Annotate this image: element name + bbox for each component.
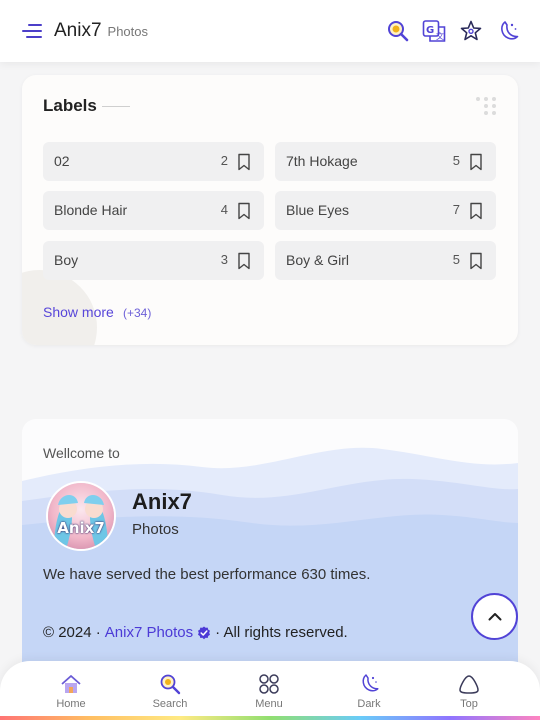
star-icon[interactable] (459, 19, 483, 43)
home-icon (61, 675, 81, 693)
bookmark-icon (469, 153, 483, 171)
bottom-navigation: Home Search Menu Dark Top (0, 661, 540, 720)
label-item[interactable]: Boy 3 (43, 241, 264, 280)
nav-label: Top (460, 698, 478, 710)
label-count: 5 (452, 153, 460, 168)
title-divider (102, 106, 130, 107)
copyright-site-link[interactable]: Anix7 Photos (105, 624, 193, 641)
top-icon (459, 675, 479, 694)
copyright-line: © 2024 · Anix7 Photos · All rights reser… (43, 624, 348, 641)
label-count: 3 (220, 252, 228, 267)
served-count-text: We have served the best performance 630 … (43, 566, 371, 583)
label-count: 2 (220, 153, 228, 168)
chevron-up-icon (488, 613, 502, 621)
label-count: 7 (452, 202, 460, 217)
label-name: 02 (54, 153, 70, 169)
labels-widget: Labels 02 2 7th Hokage 5 Blonde Hair 4 B… (22, 75, 518, 345)
rainbow-strip (0, 716, 540, 720)
nav-label: Search (152, 698, 188, 710)
copyright-suffix: · All rights reserved. (215, 624, 348, 641)
nav-label: Dark (357, 698, 381, 710)
dots-pattern-icon (474, 96, 498, 118)
search-icon (160, 674, 181, 695)
label-name: Blonde Hair (54, 202, 128, 218)
menu-grid-icon (259, 674, 279, 694)
label-name: 7th Hokage (286, 153, 358, 169)
nav-item-search[interactable]: Search (135, 671, 205, 717)
label-count: 4 (220, 202, 228, 217)
translate-icon[interactable]: G 文 (422, 19, 446, 43)
svg-text:G: G (426, 25, 434, 36)
label-name: Boy (54, 252, 79, 268)
svg-text:文: 文 (436, 31, 444, 41)
bookmark-icon (469, 252, 483, 270)
site-title[interactable]: Anix7 (54, 20, 102, 42)
labels-title: Labels (43, 96, 97, 115)
top-app-bar: Anix7 Photos G 文 (0, 0, 540, 62)
label-item[interactable]: Boy & Girl 5 (275, 241, 496, 280)
show-more-count: (+34) (123, 306, 152, 320)
bookmark-icon (237, 153, 251, 171)
avatar-logo-text: Anix7 (57, 519, 105, 537)
nav-item-top[interactable]: Top (434, 671, 504, 717)
site-subtitle: Photos (107, 24, 149, 39)
menu-icon[interactable] (22, 22, 42, 40)
label-item[interactable]: Blue Eyes 7 (275, 191, 496, 230)
dark-mode-icon[interactable] (496, 19, 520, 43)
label-name: Blue Eyes (286, 202, 350, 218)
label-name: Boy & Girl (286, 252, 350, 268)
verified-badge-icon (197, 626, 211, 640)
search-icon[interactable] (386, 19, 410, 43)
label-count: 5 (452, 252, 460, 267)
label-item[interactable]: 02 2 (43, 142, 264, 181)
scroll-to-top-button[interactable] (471, 593, 518, 640)
welcome-text: Wellcome to (43, 445, 120, 461)
bookmark-icon (237, 252, 251, 270)
dark-mode-icon (362, 674, 379, 692)
site-brand[interactable]: Anix7 Photos (54, 20, 148, 42)
bookmark-icon (469, 202, 483, 220)
nav-item-home[interactable]: Home (36, 671, 106, 717)
bookmark-icon (237, 202, 251, 220)
label-item[interactable]: Blonde Hair 4 (43, 191, 264, 230)
nav-item-menu[interactable]: Menu (234, 671, 304, 717)
label-item[interactable]: 7th Hokage 5 (275, 142, 496, 181)
footer-site-subtitle: Photos (132, 521, 179, 538)
nav-label: Menu (255, 698, 283, 710)
nav-label: Home (56, 698, 86, 710)
copyright-prefix: © 2024 · (43, 624, 101, 641)
show-more-link[interactable]: Show more (43, 304, 114, 320)
footer-site-name: Anix7 (132, 489, 192, 514)
site-avatar: Anix7 (48, 483, 114, 549)
nav-item-dark[interactable]: Dark (334, 671, 404, 717)
